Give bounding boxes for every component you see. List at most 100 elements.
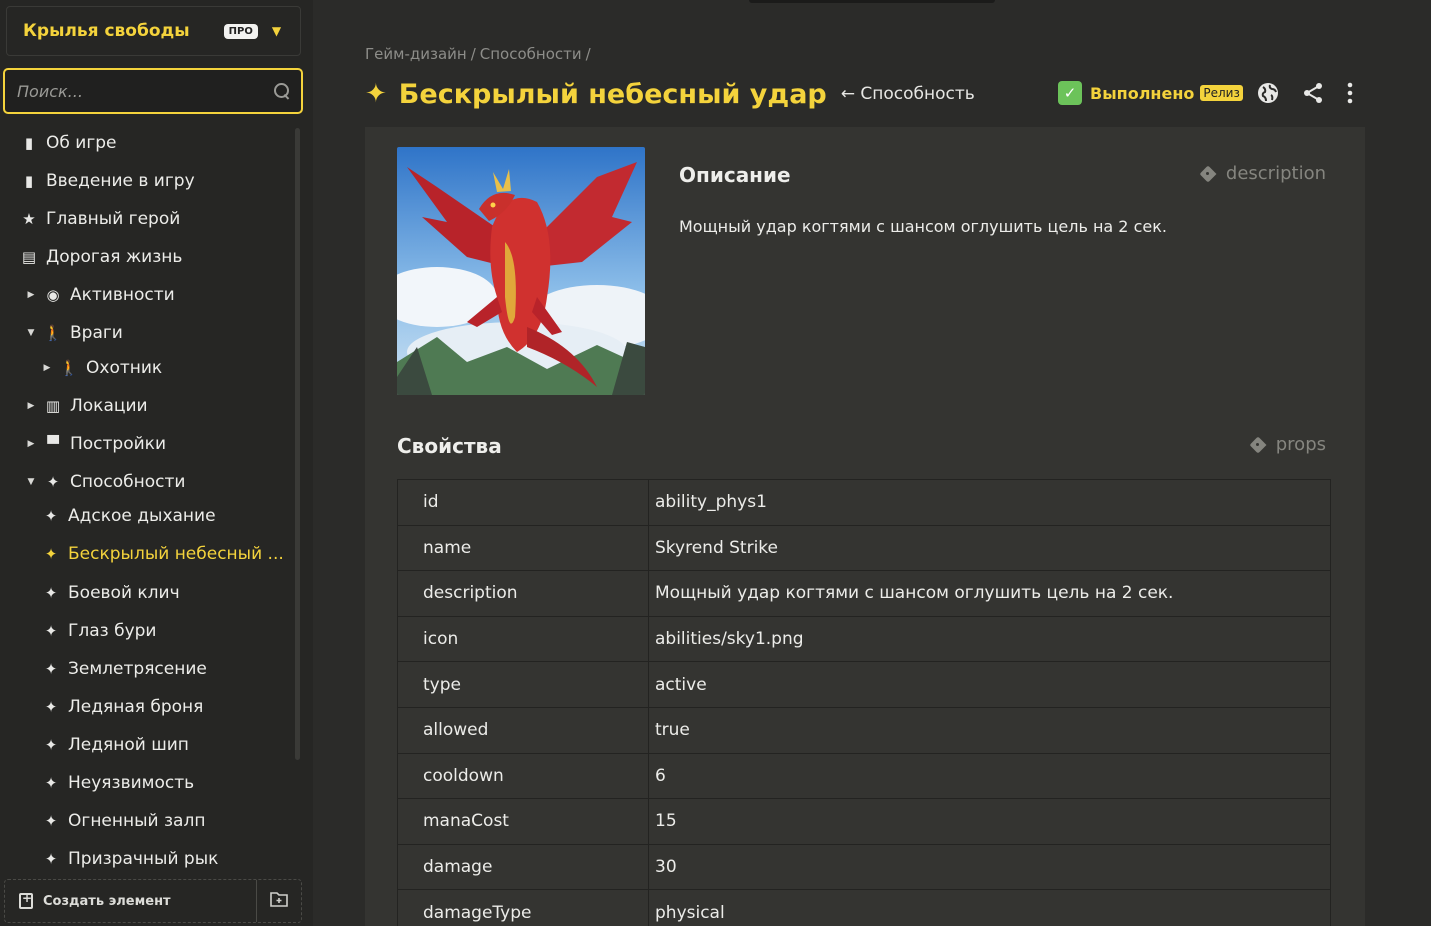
- status-selector[interactable]: ✓ Выполнено Релиз: [1058, 80, 1243, 106]
- property-key: cooldown: [397, 752, 649, 800]
- parent-type-link[interactable]: ← Способность: [841, 84, 975, 104]
- caret-right-icon[interactable]: ▶: [24, 439, 38, 449]
- sidebar-item[interactable]: ▤ Дорогая жизнь: [18, 242, 182, 272]
- sidebar-item[interactable]: ✦ Огненный залп: [40, 806, 206, 836]
- property-value[interactable]: Мощный удар когтями с шансом оглушить це…: [648, 570, 1331, 617]
- table-row: cooldown 6: [397, 752, 1331, 800]
- sidebar-item[interactable]: ✦ Ледяная броня: [40, 692, 204, 722]
- property-key: manaCost: [397, 798, 649, 845]
- sidebar-item[interactable]: ✦ Неуязвимость: [40, 768, 194, 798]
- sparkles-icon: ✦: [44, 850, 58, 868]
- create-folder-button[interactable]: [257, 880, 301, 922]
- property-value[interactable]: active: [648, 661, 1331, 708]
- sparkles-icon: ✦: [44, 812, 58, 830]
- property-value[interactable]: 30: [648, 843, 1331, 891]
- create-element-label: Создать элемент: [43, 893, 171, 909]
- sidebar-item-label: Бескрылый небесный ...: [68, 544, 284, 564]
- create-element-button[interactable]: Создать элемент: [5, 880, 256, 922]
- sidebar-item-label: Огненный залп: [68, 811, 206, 831]
- caret-down-icon[interactable]: ▼: [24, 477, 38, 487]
- sidebar-item[interactable]: ✦ Призрачный рык: [40, 844, 219, 874]
- more-options-icon[interactable]: [1338, 81, 1362, 105]
- breadcrumb-item[interactable]: Способности: [480, 45, 582, 63]
- sidebar-item-label: Землетрясение: [68, 659, 207, 679]
- sidebar-item[interactable]: ▶ 🚶 Охотник: [40, 353, 163, 383]
- sidebar-item-label: Адское дыхание: [68, 506, 216, 526]
- property-key: damage: [397, 843, 649, 891]
- top-tab-indicator: [749, 0, 995, 3]
- activity-icon: ◉: [46, 286, 60, 304]
- caret-right-icon[interactable]: ▶: [24, 401, 38, 411]
- sidebar-item[interactable]: ✦ Глаз бури: [40, 616, 157, 646]
- sidebar-item[interactable]: ▼ 🚶 Враги: [24, 318, 123, 348]
- sparkles-icon: ✦: [44, 736, 58, 754]
- sidebar-item[interactable]: ★ Главный герой: [18, 204, 180, 234]
- property-value[interactable]: 15: [648, 798, 1331, 845]
- breadcrumb-item[interactable]: Гейм-дизайн: [365, 45, 467, 63]
- sidebar-item[interactable]: ▶ ◉ Активности: [24, 280, 175, 310]
- props-tag-label: props: [1275, 434, 1326, 455]
- property-value[interactable]: ability_phys1: [648, 479, 1331, 526]
- sparkles-icon: ✦: [44, 622, 58, 640]
- create-bar: Создать элемент: [4, 879, 302, 923]
- sidebar-item[interactable]: ▮ Об игре: [18, 128, 117, 158]
- project-title: Крылья свободы: [23, 21, 190, 41]
- caret-down-icon[interactable]: ▼: [24, 328, 38, 338]
- property-value[interactable]: true: [648, 706, 1331, 754]
- sidebar-item[interactable]: ▮ Введение в игру: [18, 166, 195, 196]
- table-row: manaCost 15: [397, 798, 1331, 845]
- property-value[interactable]: abilities/sky1.png: [648, 615, 1331, 663]
- tag-icon: [1200, 166, 1216, 182]
- book-icon: ▮: [24, 172, 34, 190]
- caret-right-icon[interactable]: ▶: [24, 290, 38, 300]
- check-icon: ✓: [1058, 81, 1082, 105]
- property-key: name: [397, 524, 649, 572]
- project-switcher[interactable]: Крылья свободы ПРО ▼: [6, 6, 301, 56]
- sidebar-item-label: Боевой клич: [68, 583, 180, 603]
- table-row: id ability_phys1: [397, 479, 1331, 526]
- table-row: allowed true: [397, 706, 1331, 754]
- description-tag-label: description: [1225, 163, 1326, 184]
- property-value[interactable]: 6: [648, 752, 1331, 800]
- sidebar-item[interactable]: ▶ ▀ Постройки: [24, 429, 166, 459]
- props-tag: props: [1250, 434, 1326, 455]
- sidebar-item[interactable]: ✦ Бескрылый небесный ...: [40, 539, 284, 569]
- sidebar-item-label: Локации: [70, 396, 148, 416]
- globe-icon[interactable]: [1256, 81, 1280, 105]
- share-icon[interactable]: [1301, 81, 1325, 105]
- description-tag: description: [1200, 163, 1326, 184]
- page-title: Бескрылый небесный удар: [398, 78, 827, 110]
- props-heading: Свойства: [397, 434, 502, 458]
- walker-icon: 🚶: [43, 324, 63, 342]
- sparkles-icon: ✦: [44, 698, 58, 716]
- property-value[interactable]: physical: [648, 889, 1331, 926]
- sidebar-item-label: Дорогая жизнь: [46, 247, 183, 267]
- sparkles-icon: ✦: [44, 774, 58, 792]
- property-key: icon: [397, 615, 649, 663]
- sidebar-scrollbar[interactable]: [295, 128, 300, 760]
- table-row: damageType physical: [397, 889, 1331, 926]
- sidebar-item[interactable]: ✦ Землетрясение: [40, 654, 207, 684]
- sidebar-item[interactable]: ✦ Ледяной шип: [40, 730, 189, 760]
- release-badge: Релиз: [1200, 85, 1243, 101]
- sidebar-item[interactable]: ▶ ▥ Локации: [24, 391, 148, 421]
- sidebar-item[interactable]: ✦ Адское дыхание: [40, 501, 216, 531]
- description-text: Мощный удар когтями с шансом оглушить це…: [679, 217, 1167, 236]
- map-icon: ▥: [45, 397, 61, 415]
- property-key: type: [397, 661, 649, 708]
- sidebar-item[interactable]: ✦ Боевой клич: [40, 578, 180, 608]
- status-label: Выполнено: [1090, 83, 1195, 103]
- property-key: id: [397, 479, 649, 526]
- chevron-down-icon[interactable]: ▼: [272, 24, 281, 38]
- breadcrumb-separator: /: [585, 45, 591, 63]
- book-icon: ▮: [24, 134, 34, 152]
- search-icon[interactable]: [273, 82, 291, 100]
- star-icon: ★: [22, 210, 36, 228]
- caret-right-icon[interactable]: ▶: [40, 363, 54, 373]
- ability-image[interactable]: [397, 147, 645, 395]
- sparkles-icon: ✦: [44, 507, 58, 525]
- search-input[interactable]: [17, 81, 273, 101]
- tag-icon: [1250, 437, 1266, 453]
- sidebar-item[interactable]: ▼ ✦ Способности: [24, 467, 186, 497]
- property-value[interactable]: Skyrend Strike: [648, 524, 1331, 572]
